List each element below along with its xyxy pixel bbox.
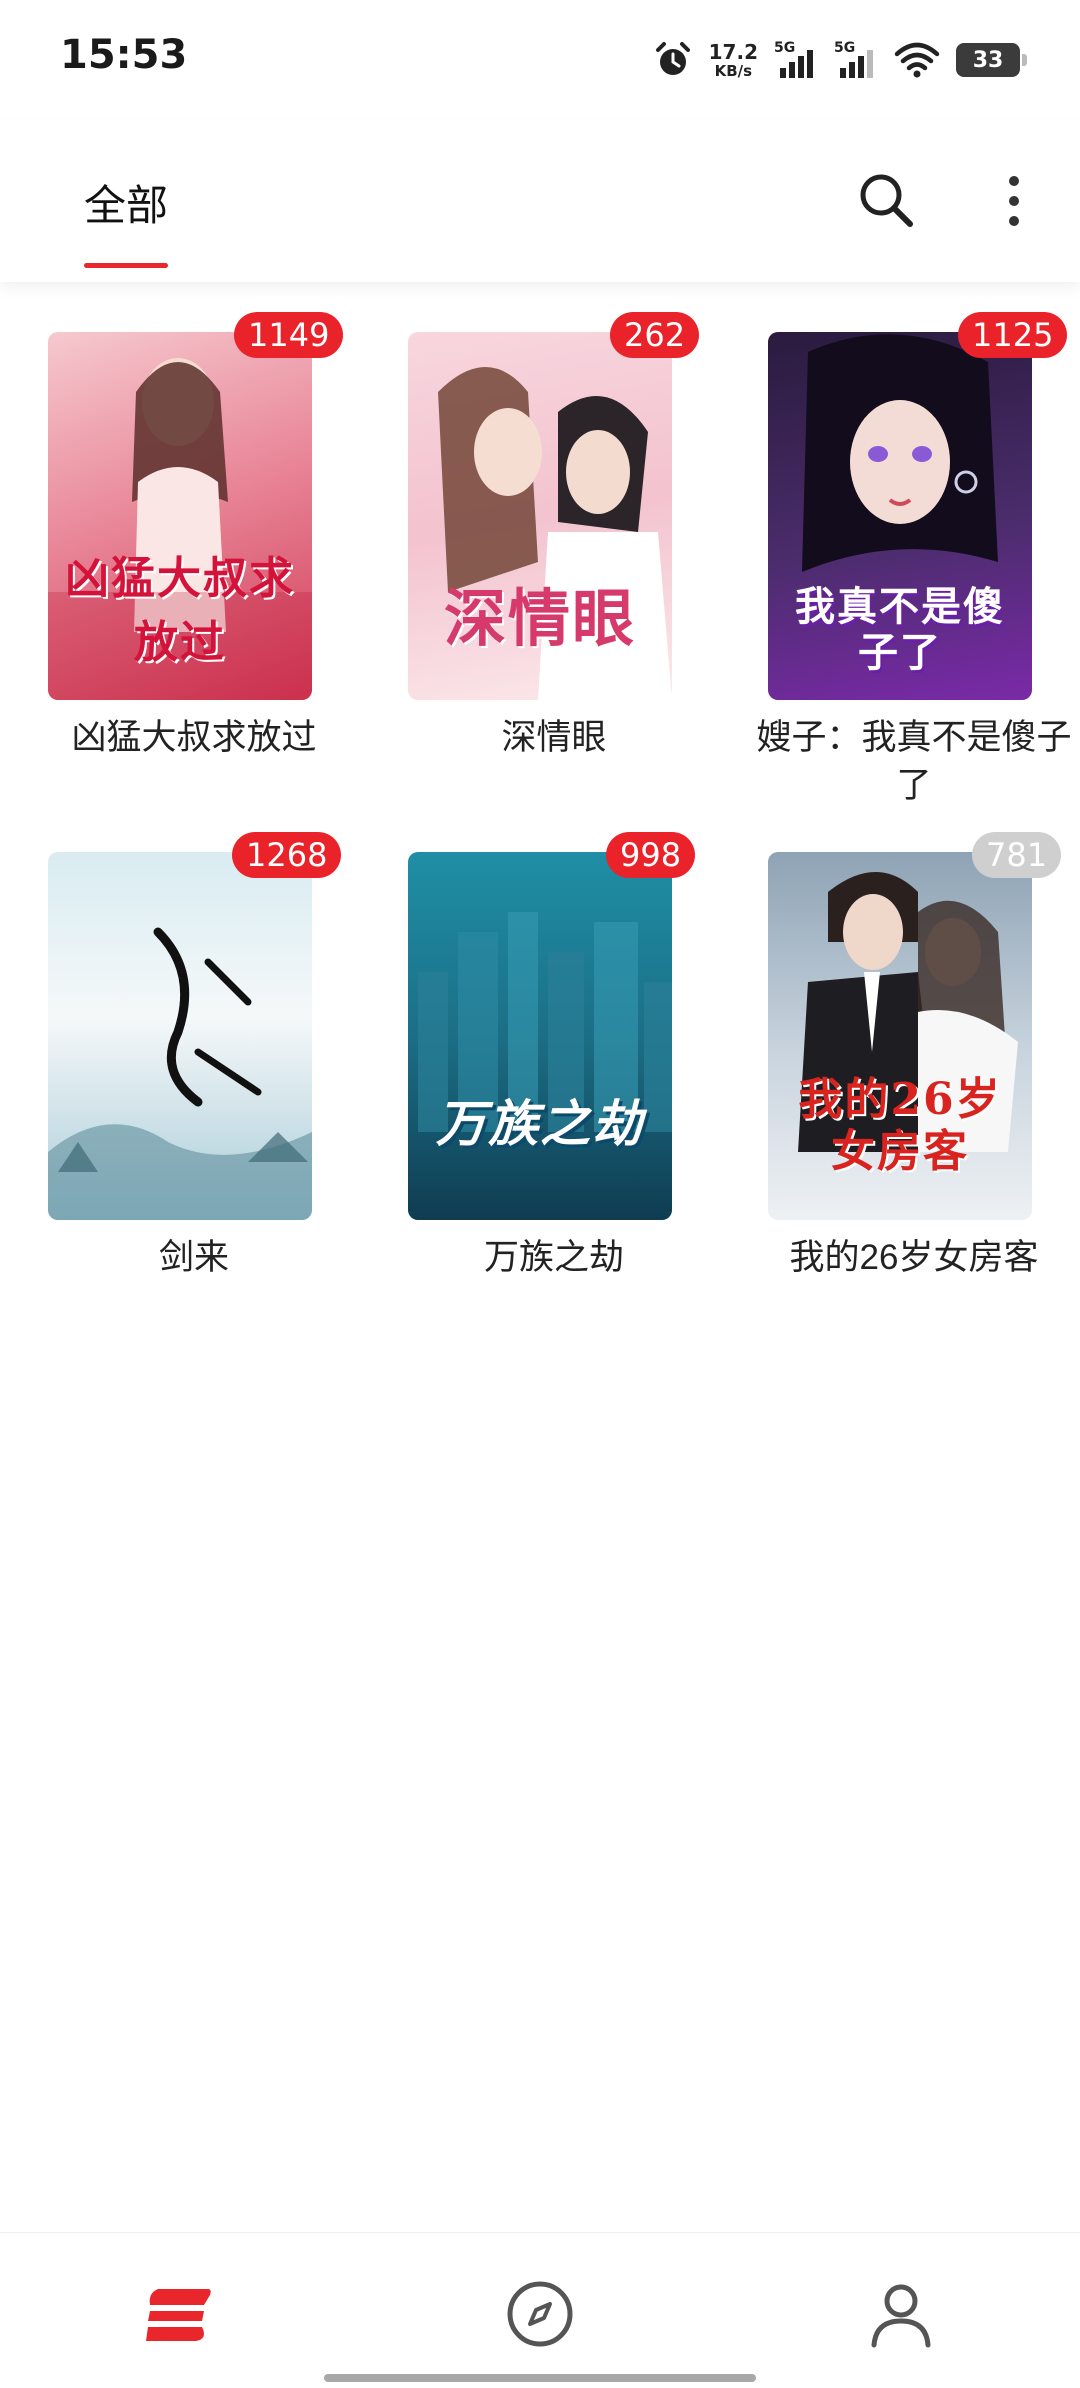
nav-profile[interactable] xyxy=(866,2279,936,2349)
more-options-button[interactable] xyxy=(994,166,1034,236)
book-cover-title: 深情眼 xyxy=(443,582,636,655)
book-title[interactable]: 凶猛大叔求放过 xyxy=(24,714,364,762)
book-title[interactable]: 深情眼 xyxy=(384,714,724,762)
battery-level: 33 xyxy=(972,47,1004,73)
search-icon xyxy=(860,174,913,227)
book-title[interactable]: 我的26岁女房客 xyxy=(744,1234,1080,1282)
status-bar: 15:53 17.2 KB/s 5G 5G 33 xyxy=(0,0,1080,120)
unread-count-badge: 262 xyxy=(610,312,700,358)
book-cover[interactable]: 我真不是傻子了 xyxy=(768,332,1032,700)
search-button[interactable] xyxy=(852,166,922,236)
top-bar: 全部 xyxy=(0,120,1080,282)
tab-indicator xyxy=(84,263,168,268)
more-vertical-icon xyxy=(1009,176,1019,186)
home-indicator[interactable] xyxy=(324,2374,756,2382)
book-cover-title: 剑来 xyxy=(108,982,312,997)
book-cover[interactable]: 万族之劫 xyxy=(408,852,672,1220)
battery-icon: 33 xyxy=(956,43,1027,77)
book-title[interactable]: 嫂子：我真不是傻子了 xyxy=(744,714,1080,810)
book-cover[interactable]: 凶猛大叔求放过 xyxy=(48,332,312,700)
bottom-navigation xyxy=(0,2232,1080,2388)
alarm-icon xyxy=(655,42,690,75)
user-icon xyxy=(871,2284,931,2348)
signal-sim1-icon: 5G xyxy=(774,40,818,80)
book-cover-title: 万族之劫 xyxy=(436,1094,644,1153)
network-speed: 17.2 KB/s xyxy=(709,42,758,79)
book-cover[interactable]: 剑来 xyxy=(48,852,312,1220)
status-time: 15:53 xyxy=(60,32,188,78)
compass-icon xyxy=(507,2281,573,2347)
book-cover-title: 我的26岁女房客 xyxy=(798,1074,1002,1177)
wifi-icon xyxy=(894,42,940,78)
status-icons: 17.2 KB/s 5G 5G 33 xyxy=(653,34,1027,86)
network-speed-value: 17.2 xyxy=(708,39,758,64)
book-title[interactable]: 万族之劫 xyxy=(384,1234,724,1282)
tab-all[interactable]: 全部 xyxy=(84,172,168,233)
unread-count-badge: 781 xyxy=(972,832,1062,878)
nav-discover[interactable] xyxy=(505,2279,575,2349)
book-cover-title: 我真不是傻子了 xyxy=(795,583,1005,676)
unread-count-badge: 1125 xyxy=(958,312,1068,358)
nav-bookshelf[interactable] xyxy=(144,2279,214,2349)
book-cover[interactable]: 深情眼 xyxy=(408,332,672,700)
signal-sim2-icon: 5G xyxy=(834,40,878,80)
unread-count-badge: 1149 xyxy=(234,312,344,358)
bookshelf-icon xyxy=(146,2289,211,2341)
book-cover[interactable]: 我的26岁女房客 xyxy=(768,852,1032,1220)
unread-count-badge: 1268 xyxy=(232,832,342,878)
book-cover-title: 凶猛大叔求放过 xyxy=(65,553,295,668)
network-speed-unit: KB/s xyxy=(714,61,753,80)
unread-count-badge: 998 xyxy=(606,832,696,878)
book-title[interactable]: 剑来 xyxy=(24,1234,364,1282)
